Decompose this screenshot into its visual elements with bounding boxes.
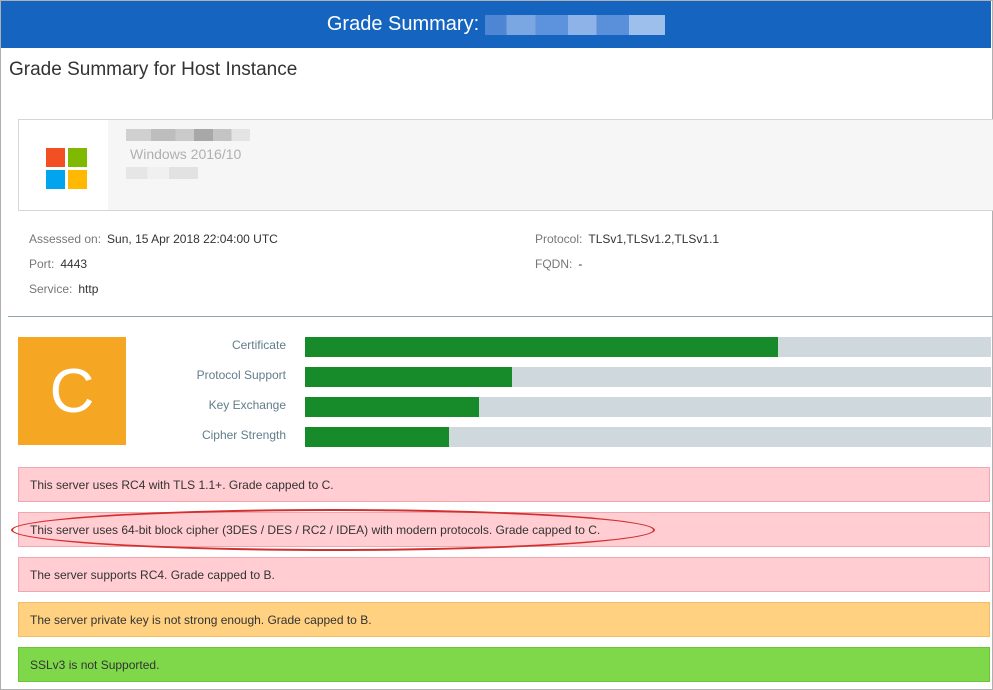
alert-weak-private-key: The server private key is not strong eno… (18, 602, 990, 637)
alert-sslv3-not-supported: SSLv3 is not Supported. (18, 647, 990, 682)
service-row: Service: http (29, 282, 98, 296)
protocol-row: Protocol: TLSv1,TLSv1.2,TLSv1.1 (535, 232, 719, 246)
grade-badge: C (18, 337, 126, 445)
port-label: Port: (29, 257, 55, 271)
windows-logo-icon (46, 148, 88, 190)
assessed-on-value: Sun, 15 Apr 2018 22:04:00 UTC (107, 232, 278, 246)
score-bar-protocol-support (305, 367, 991, 387)
os-logo-box (19, 120, 108, 210)
service-value: http (78, 282, 99, 296)
title-bar: Grade Summary: (1, 1, 991, 48)
score-bar-certificate (305, 337, 991, 357)
alert-rc4-supported: The server supports RC4. Grade capped to… (18, 557, 990, 592)
fqdn-row: FQDN: - (535, 257, 582, 271)
score-fill-key-exchange (305, 397, 480, 417)
alert-rc4-tls11: This server uses RC4 with TLS 1.1+. Grad… (18, 467, 990, 502)
port-row: Port: 4443 (29, 257, 87, 271)
score-fill-certificate (305, 337, 779, 357)
alert-text: This server uses RC4 with TLS 1.1+. Grad… (30, 477, 334, 492)
alert-text: The server supports RC4. Grade capped to… (30, 567, 275, 582)
score-label-cipher-strength: Cipher Strength (201, 428, 286, 442)
alert-text: This server uses 64-bit block cipher (3D… (30, 522, 601, 537)
score-bar-key-exchange (305, 397, 991, 417)
score-bar-cipher-strength (305, 427, 991, 447)
score-fill-cipher-strength (305, 427, 450, 447)
redacted-host-name (485, 14, 666, 35)
alert-text: The server private key is not strong eno… (30, 612, 372, 627)
host-card: Windows 2016/10 (18, 119, 993, 211)
fqdn-label: FQDN: (535, 257, 573, 271)
window-title: Grade Summary: (326, 13, 480, 35)
host-os: Windows 2016/10 (130, 146, 242, 162)
protocol-value: TLSv1,TLSv1.2,TLSv1.1 (588, 232, 720, 246)
assessed-on-row: Assessed on: Sun, 15 Apr 2018 22:04:00 UT… (29, 232, 278, 246)
score-label-key-exchange: Key Exchange (208, 398, 286, 412)
score-label-protocol-support: Protocol Support (196, 368, 286, 382)
alert-text: SSLv3 is not Supported. (30, 657, 160, 672)
section-divider (8, 316, 993, 317)
protocol-label: Protocol: (535, 232, 583, 246)
alert-64bit-block-cipher: This server uses 64-bit block cipher (3D… (18, 512, 990, 547)
redacted-host-address (126, 129, 250, 141)
score-fill-protocol-support (305, 367, 513, 387)
redacted-host-detail (126, 167, 198, 179)
assessed-on-label: Assessed on: (29, 232, 102, 246)
fqdn-value: - (578, 257, 583, 271)
page-title: Grade Summary for Host Instance (9, 59, 298, 80)
score-label-certificate: Certificate (231, 338, 286, 352)
port-value: 4443 (60, 257, 88, 271)
service-label: Service: (29, 282, 73, 296)
